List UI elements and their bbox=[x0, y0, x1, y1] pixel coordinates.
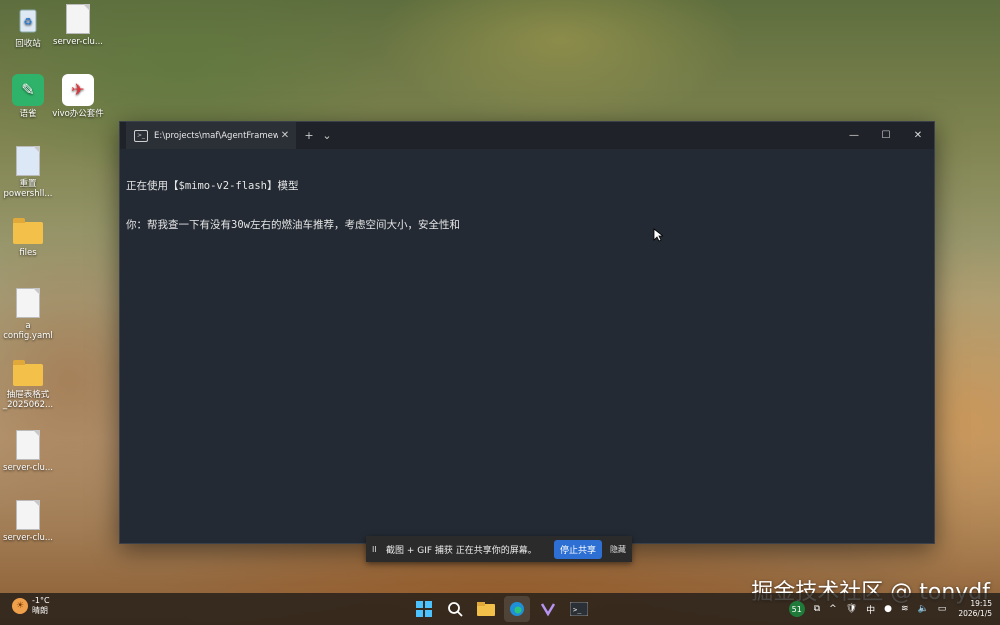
notification-badge[interactable]: 51 bbox=[788, 601, 805, 617]
clock-time: 19:15 bbox=[970, 599, 992, 608]
close-button[interactable]: ✕ bbox=[902, 122, 934, 149]
file-icon bbox=[16, 430, 40, 460]
search-icon[interactable] bbox=[442, 596, 468, 622]
terminal-tab[interactable]: >_ E:\projects\maf\AgentFramew ✕ bbox=[126, 122, 296, 149]
folder-icon bbox=[13, 218, 43, 244]
weather-description: 晴朗 bbox=[32, 606, 48, 615]
system-tray: 51 ⧉ ^ 🛡 中 ● ≋ 🔈 ▭ 19:15 2026/1/5 bbox=[780, 593, 992, 625]
minimize-button[interactable]: — bbox=[838, 122, 870, 149]
tab-dropdown-button[interactable]: ⌄ bbox=[318, 129, 336, 142]
terminal-tab-icon: >_ bbox=[134, 129, 148, 142]
weather-widget[interactable]: ☀ -1°C 晴朗 bbox=[12, 596, 50, 616]
battery-icon[interactable]: ▭ bbox=[938, 604, 947, 614]
terminal-titlebar[interactable]: >_ E:\projects\maf\AgentFramew ✕ + ⌄ — ☐… bbox=[120, 122, 934, 149]
desktop-icon-server-clu-1[interactable]: server-clu... bbox=[50, 4, 106, 47]
desktop-icon-vivo-office[interactable]: ✈ vivo办公套件 bbox=[50, 74, 106, 119]
powershell-icon bbox=[16, 146, 40, 176]
desktop-icon-files[interactable]: files bbox=[0, 216, 56, 258]
desktop-icon-label: 重置 powershll... bbox=[3, 179, 53, 199]
desktop-icon-label: vivo办公套件 bbox=[52, 109, 104, 119]
terminal-window[interactable]: >_ E:\projects\maf\AgentFramew ✕ + ⌄ — ☐… bbox=[119, 121, 935, 544]
svg-text:♻: ♻ bbox=[24, 17, 33, 28]
desktop-icon-label: server-clu... bbox=[3, 533, 53, 543]
desktop-icon-yuque[interactable]: ✎ 语雀 bbox=[0, 74, 56, 119]
new-tab-button[interactable]: + bbox=[300, 129, 318, 142]
desktop-icon-recycle-bin[interactable]: ♻ 回收站 bbox=[0, 4, 56, 49]
file-explorer-icon[interactable] bbox=[473, 596, 499, 622]
input-method-indicator[interactable]: 中 bbox=[866, 603, 875, 616]
clock[interactable]: 19:15 2026/1/5 bbox=[958, 599, 992, 619]
desktop-icon-drawer-folder[interactable]: 抽屉表格式 _2025062... bbox=[0, 358, 56, 410]
wifi-icon[interactable]: ≋ bbox=[901, 604, 909, 614]
weather-icon: ☀ bbox=[12, 598, 28, 614]
terminal-line: 正在使用【$mimo-v2-flash】模型 bbox=[126, 180, 299, 192]
volume-icon[interactable]: 🔈 bbox=[918, 604, 929, 614]
tab-close-icon[interactable]: ✕ bbox=[278, 130, 292, 141]
shield-icon[interactable]: 🛡 bbox=[846, 604, 857, 614]
desktop-icon-powershell[interactable]: 重置 powershll... bbox=[0, 146, 56, 199]
file-icon bbox=[66, 4, 90, 34]
recycle-bin-icon: ♻ bbox=[14, 4, 42, 36]
desktop-icon-label: 语雀 bbox=[19, 109, 37, 119]
desktop-icon-label: files bbox=[19, 248, 37, 258]
desktop-icon-label: 回收站 bbox=[15, 39, 41, 49]
desktop-icon-config-yaml[interactable]: a config.yaml bbox=[0, 288, 56, 341]
screenshot-tool-icon[interactable]: ⧉ bbox=[814, 604, 820, 614]
desktop: ♻ 回收站 server-clu... ✎ 语雀 ✈ vivo办公套件 重置 p… bbox=[0, 0, 1000, 625]
share-status-text: 截图 + GIF 捕获 正在共享你的屏幕。 bbox=[386, 545, 537, 556]
edge-icon[interactable] bbox=[504, 596, 530, 622]
file-icon bbox=[16, 500, 40, 530]
terminal-line: 你：帮我查一下有没有30w左右的燃油车推荐，考虑空间大小，安全性和 bbox=[126, 219, 460, 231]
screen-share-bar: II 截图 + GIF 捕获 正在共享你的屏幕。 停止共享 隐藏 bbox=[366, 536, 632, 562]
weather-temperature: -1°C bbox=[32, 596, 50, 605]
terminal-output[interactable]: 正在使用【$mimo-v2-flash】模型 你：帮我查一下有没有30w左右的燃… bbox=[120, 149, 934, 263]
app-tray-icon[interactable]: ● bbox=[884, 604, 892, 614]
desktop-icon-label: server-clu... bbox=[3, 463, 53, 473]
yuque-icon: ✎ bbox=[12, 74, 44, 106]
folder-icon bbox=[13, 360, 43, 386]
terminal-icon[interactable]: >_ bbox=[566, 596, 592, 622]
windows-start-icon[interactable] bbox=[411, 596, 437, 622]
svg-text:>_: >_ bbox=[573, 606, 582, 614]
mouse-cursor-icon bbox=[653, 228, 663, 242]
terminal-tab-title: E:\projects\maf\AgentFramew bbox=[154, 130, 278, 141]
desktop-icon-label: a config.yaml bbox=[3, 321, 53, 341]
maximize-button[interactable]: ☐ bbox=[870, 122, 902, 149]
taskbar-apps: >_ bbox=[411, 596, 597, 622]
desktop-icon-server-clu-2[interactable]: server-clu... bbox=[0, 430, 56, 473]
stop-sharing-button[interactable]: 停止共享 bbox=[553, 539, 602, 559]
visual-studio-icon[interactable] bbox=[535, 596, 561, 622]
hide-button[interactable]: 隐藏 bbox=[610, 544, 626, 555]
desktop-icon-label: 抽屉表格式 _2025062... bbox=[2, 390, 54, 410]
vivo-office-icon: ✈ bbox=[62, 74, 94, 106]
taskbar: ☀ -1°C 晴朗 >_ 51 ⧉ ^ 🛡 中 ● ≋ 🔈 ▭ 19:15 20… bbox=[0, 593, 1000, 625]
file-icon bbox=[16, 288, 40, 318]
desktop-icon-server-clu-3[interactable]: server-clu... bbox=[0, 500, 56, 543]
window-controls: — ☐ ✕ bbox=[838, 122, 934, 149]
chevron-up-icon[interactable]: ^ bbox=[829, 604, 837, 614]
desktop-icon-label: server-clu... bbox=[53, 37, 103, 47]
pause-icon[interactable]: II bbox=[372, 545, 382, 554]
clock-date: 2026/1/5 bbox=[958, 609, 992, 618]
